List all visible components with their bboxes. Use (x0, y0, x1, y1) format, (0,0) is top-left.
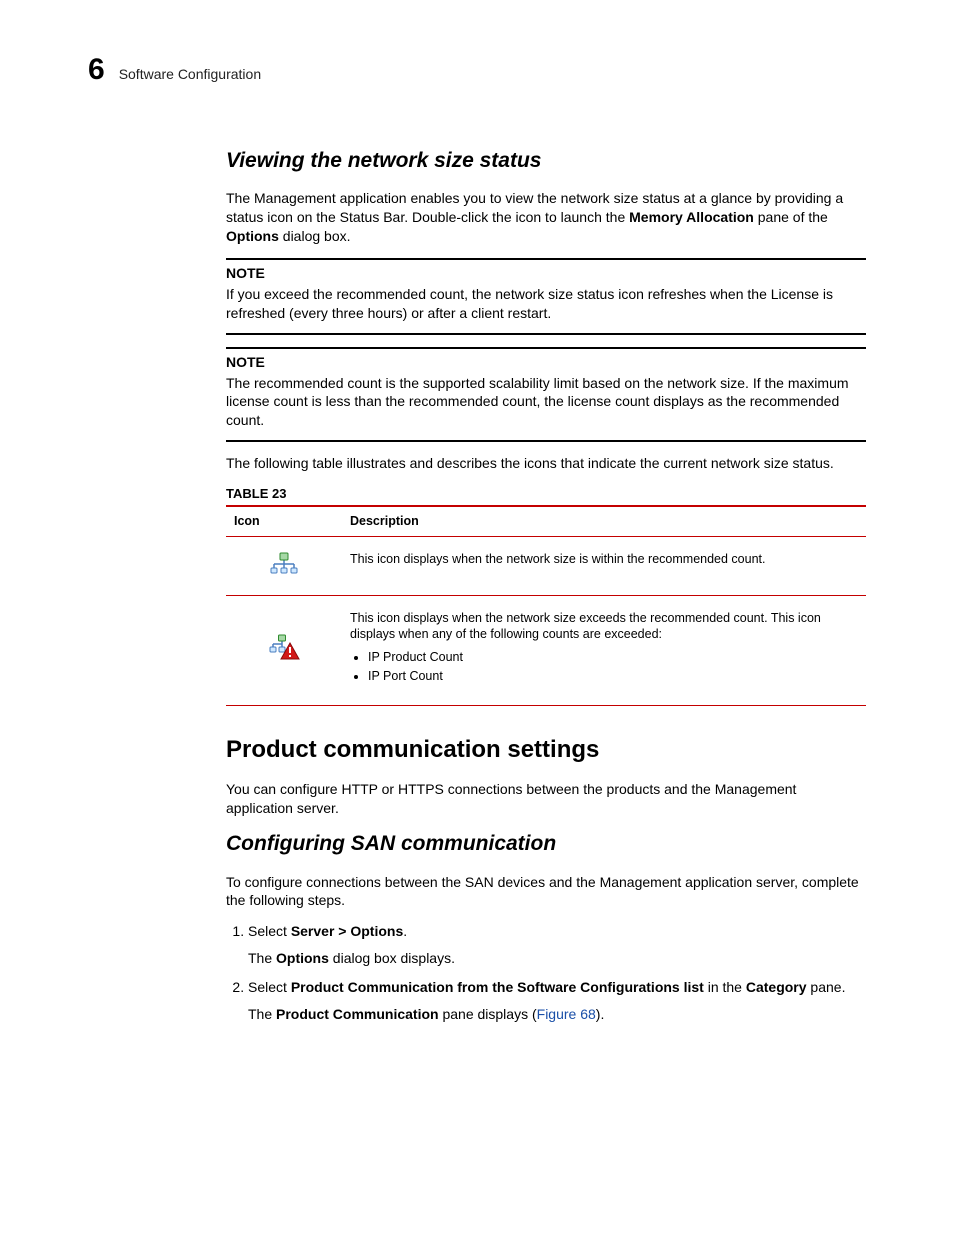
table-cell-description: This icon displays when the network size… (342, 536, 866, 595)
step-item: Select Product Communication from the So… (248, 978, 866, 1024)
text-bold: Server > Options (291, 923, 403, 939)
table-header-icon: Icon (226, 506, 342, 536)
text: This icon displays when the network size… (350, 611, 821, 642)
note-block: NOTE The recommended count is the suppor… (226, 347, 866, 443)
paragraph: The Management application enables you t… (226, 189, 866, 246)
note-body: The recommended count is the supported s… (226, 374, 866, 443)
text: Select (248, 979, 291, 995)
section-heading-product-communication-settings: Product communication settings (226, 734, 866, 766)
text: Select (248, 923, 291, 939)
list-item: IP Product Count (368, 649, 858, 666)
table-label: TABLE 23 (226, 485, 866, 503)
network-warning-icon (268, 641, 300, 655)
text-bold: Memory Allocation (629, 209, 754, 225)
icon-cell (226, 536, 342, 595)
chapter-title: Software Configuration (119, 66, 261, 82)
icon-description-table: Icon Description (226, 505, 866, 706)
note-block: NOTE If you exceed the recommended count… (226, 258, 866, 335)
note-body: If you exceed the recommended count, the… (226, 285, 866, 335)
network-ok-icon (269, 556, 299, 570)
text: The (248, 950, 276, 966)
text: pane of the (754, 209, 828, 225)
paragraph: The following table illustrates and desc… (226, 454, 866, 473)
paragraph: To configure connections between the SAN… (226, 873, 866, 911)
figure-link[interactable]: Figure 68 (537, 1006, 596, 1022)
text: The (248, 1006, 276, 1022)
paragraph: You can configure HTTP or HTTPS connecti… (226, 780, 866, 818)
list-item: IP Port Count (368, 668, 858, 685)
text-bold: Product Communication (276, 1006, 439, 1022)
note-label: NOTE (226, 353, 866, 372)
icon-cell (226, 595, 342, 706)
step-sub: The Product Communication pane displays … (248, 1005, 866, 1024)
chapter-number: 6 (88, 55, 105, 85)
table-row: This icon displays when the network size… (226, 536, 866, 595)
text-bold: Options (226, 228, 279, 244)
step-list: Select Server > Options. The Options dia… (226, 922, 866, 1024)
text-bold: Options (276, 950, 329, 966)
table-cell-description: This icon displays when the network size… (342, 595, 866, 706)
table-row: This icon displays when the network size… (226, 595, 866, 706)
text: dialog box displays. (329, 950, 455, 966)
step-item: Select Server > Options. The Options dia… (248, 922, 866, 968)
section-heading-configuring-san-communication: Configuring SAN communication (226, 830, 866, 858)
bullet-list: IP Product Count IP Port Count (368, 649, 858, 685)
step-sub: The Options dialog box displays. (248, 949, 866, 968)
note-label: NOTE (226, 264, 866, 283)
text: ). (596, 1006, 605, 1022)
text-bold: Category (746, 979, 807, 995)
text: pane displays ( (439, 1006, 537, 1022)
text: dialog box. (279, 228, 351, 244)
running-head: 6 Software Configuration (88, 55, 866, 85)
section-heading-viewing-network-size: Viewing the network size status (226, 147, 866, 175)
table-header-description: Description (342, 506, 866, 536)
text: in the (704, 979, 746, 995)
text-bold: Product Communication from the Software … (291, 979, 704, 995)
text: pane. (807, 979, 846, 995)
text: . (403, 923, 407, 939)
